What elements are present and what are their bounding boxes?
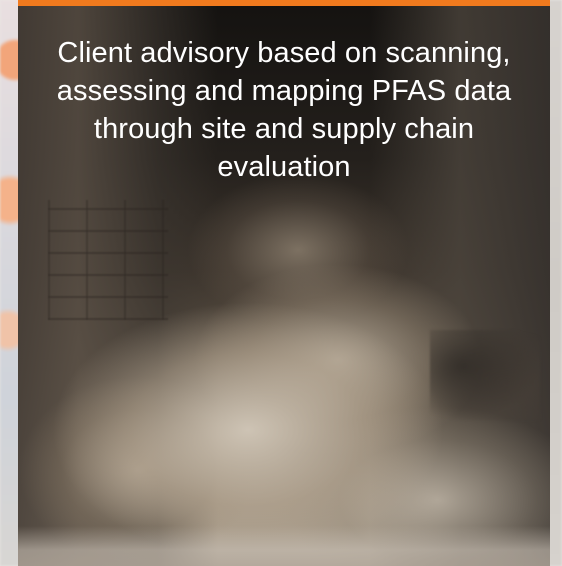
accent-bar — [18, 0, 550, 6]
slide-canvas: Client advisory based on scanning, asses… — [0, 0, 562, 566]
rubble — [430, 330, 540, 420]
card-caption: Client advisory based on scanning, asses… — [56, 37, 512, 183]
info-card: Client advisory based on scanning, asses… — [18, 0, 550, 566]
brick-wall — [48, 200, 168, 320]
water-surface — [18, 526, 550, 566]
